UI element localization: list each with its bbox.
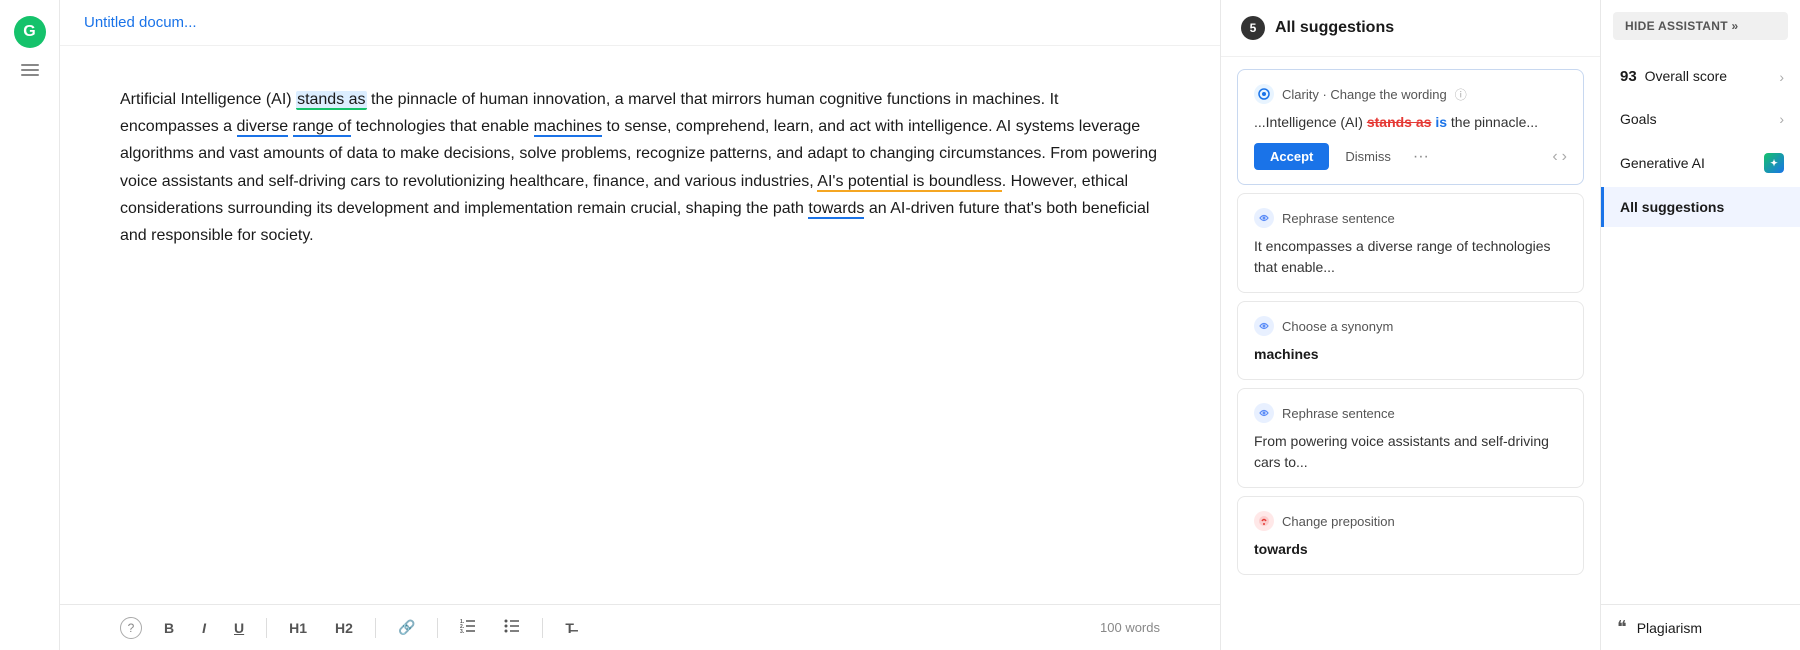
preposition-label: Change preposition (1282, 514, 1395, 529)
svg-text:3.: 3. (460, 629, 465, 633)
divider-4 (542, 618, 543, 638)
bottom-toolbar: ? B I U H1 H2 🔗 1.2.3. T̶ 100 words (60, 604, 1220, 650)
grammarly-logo[interactable]: G (14, 16, 46, 48)
suggestion-actions: Accept Dismiss ··· ‹ › (1254, 143, 1567, 170)
preposition-icon (1254, 511, 1274, 531)
preposition-keyword: towards (1254, 541, 1308, 557)
clarity-icon (1254, 84, 1274, 104)
rephrase-type-row-1: Rephrase sentence (1254, 208, 1567, 228)
next-arrow[interactable]: › (1562, 148, 1567, 166)
clarity-label: Clarity · Change the wording (1282, 87, 1447, 102)
synonym-icon (1254, 316, 1274, 336)
bold-button[interactable]: B (158, 616, 180, 640)
right-panel-items: 93 Overall score › Goals › Generative AI… (1601, 52, 1800, 231)
synonym-type-row: Choose a synonym (1254, 316, 1567, 336)
plagiarism-item[interactable]: ❝ Plagiarism (1601, 604, 1800, 650)
link-button[interactable]: 🔗 (392, 615, 421, 640)
synonym-keyword: machines (1254, 346, 1319, 362)
underlined-towards: towards (808, 200, 864, 219)
all-suggestions-label: All suggestions (1620, 199, 1724, 215)
divider-2 (375, 618, 376, 638)
goals-item[interactable]: Goals › (1601, 99, 1800, 139)
preposition-type-row: Change preposition (1254, 511, 1567, 531)
rephrase-preview-1: It encompasses a diverse range of techno… (1254, 236, 1567, 278)
underlined-phrase-1: diverse (237, 118, 289, 137)
rephrase-preview-2: From powering voice assistants and self-… (1254, 431, 1567, 473)
divider-3 (437, 618, 438, 638)
editor-content[interactable]: Artificial Intelligence (AI) stands as t… (60, 46, 1220, 604)
accept-button[interactable]: Accept (1254, 143, 1329, 170)
info-icon[interactable]: ⓘ (1455, 86, 1467, 103)
gen-ai-icon: ✦ (1764, 153, 1784, 173)
all-suggestions-item[interactable]: All suggestions (1601, 187, 1800, 227)
suggestion-card-clarity[interactable]: Clarity · Change the wording ⓘ ...Intell… (1237, 69, 1584, 185)
suggestions-panel: 5 All suggestions Clarity · Change the w… (1220, 0, 1600, 650)
ordered-list-button[interactable]: 1.2.3. (454, 615, 482, 640)
suggestion-card-synonym[interactable]: Choose a synonym machines (1237, 301, 1584, 380)
clear-format-button[interactable]: T̶ (559, 616, 580, 640)
unordered-list-button[interactable] (498, 615, 526, 640)
italic-button[interactable]: I (196, 616, 212, 640)
nav-arrows: ‹ › (1552, 148, 1567, 166)
word-count: 100 words (1100, 620, 1160, 635)
menu-icon[interactable] (17, 60, 43, 80)
chevron-right-goals: › (1779, 111, 1784, 127)
hide-assistant-button[interactable]: HIDE ASSISTANT » (1613, 12, 1788, 40)
strikethrough-text: stands as (1367, 114, 1432, 130)
underlined-machines: machines (534, 118, 602, 137)
generative-ai-label: Generative AI (1620, 155, 1705, 171)
underline-button[interactable]: U (228, 616, 250, 640)
left-toolbar: G (0, 0, 60, 650)
rephrase-label-1: Rephrase sentence (1282, 211, 1395, 226)
plagiarism-icon: ❝ (1617, 617, 1627, 638)
generative-ai-item[interactable]: Generative AI ✦ (1601, 141, 1800, 185)
divider-1 (266, 618, 267, 638)
underlined-potential: AI's potential is boundless (817, 173, 1002, 192)
more-button[interactable]: ··· (1407, 144, 1435, 170)
h2-button[interactable]: H2 (329, 616, 359, 640)
overall-score-item[interactable]: 93 Overall score › (1601, 56, 1800, 97)
suggestion-card-rephrase-2[interactable]: Rephrase sentence From powering voice as… (1237, 388, 1584, 488)
chevron-right-score: › (1779, 69, 1784, 85)
help-icon[interactable]: ? (120, 617, 142, 639)
suggestion-type-row: Clarity · Change the wording ⓘ (1254, 84, 1567, 104)
rephrase-label-2: Rephrase sentence (1282, 406, 1395, 421)
replacement-text: is (1435, 114, 1447, 130)
suggestions-title: All suggestions (1275, 19, 1394, 37)
editor-paragraph: Artificial Intelligence (AI) stands as t… (120, 86, 1160, 249)
underlined-phrase-2: range of (293, 118, 352, 137)
suggestion-card-preposition[interactable]: Change preposition towards (1237, 496, 1584, 575)
right-panel: HIDE ASSISTANT » 93 Overall score › Goal… (1600, 0, 1800, 650)
rephrase-icon-1 (1254, 208, 1274, 228)
clarity-preview: ...Intelligence (AI) stands as is the pi… (1254, 112, 1567, 133)
rephrase-icon-2 (1254, 403, 1274, 423)
h1-button[interactable]: H1 (283, 616, 313, 640)
suggestions-badge: 5 (1241, 16, 1265, 40)
editor-area: Untitled docum... Artificial Intelligenc… (60, 0, 1220, 650)
suggestions-header: 5 All suggestions (1221, 0, 1600, 57)
score-value: 93 Overall score (1620, 68, 1727, 85)
dismiss-button[interactable]: Dismiss (1337, 143, 1399, 170)
highlighted-word: stands as (296, 91, 366, 110)
synonym-label: Choose a synonym (1282, 319, 1393, 334)
prev-arrow[interactable]: ‹ (1552, 148, 1557, 166)
rephrase-type-row-2: Rephrase sentence (1254, 403, 1567, 423)
synonym-preview: machines (1254, 344, 1567, 365)
doc-title: Untitled docum... (60, 0, 1220, 46)
plagiarism-label: Plagiarism (1637, 620, 1702, 636)
goals-label: Goals (1620, 111, 1657, 127)
suggestions-list: Clarity · Change the wording ⓘ ...Intell… (1221, 57, 1600, 650)
preposition-preview: towards (1254, 539, 1567, 560)
suggestion-card-rephrase-1[interactable]: Rephrase sentence It encompasses a diver… (1237, 193, 1584, 293)
